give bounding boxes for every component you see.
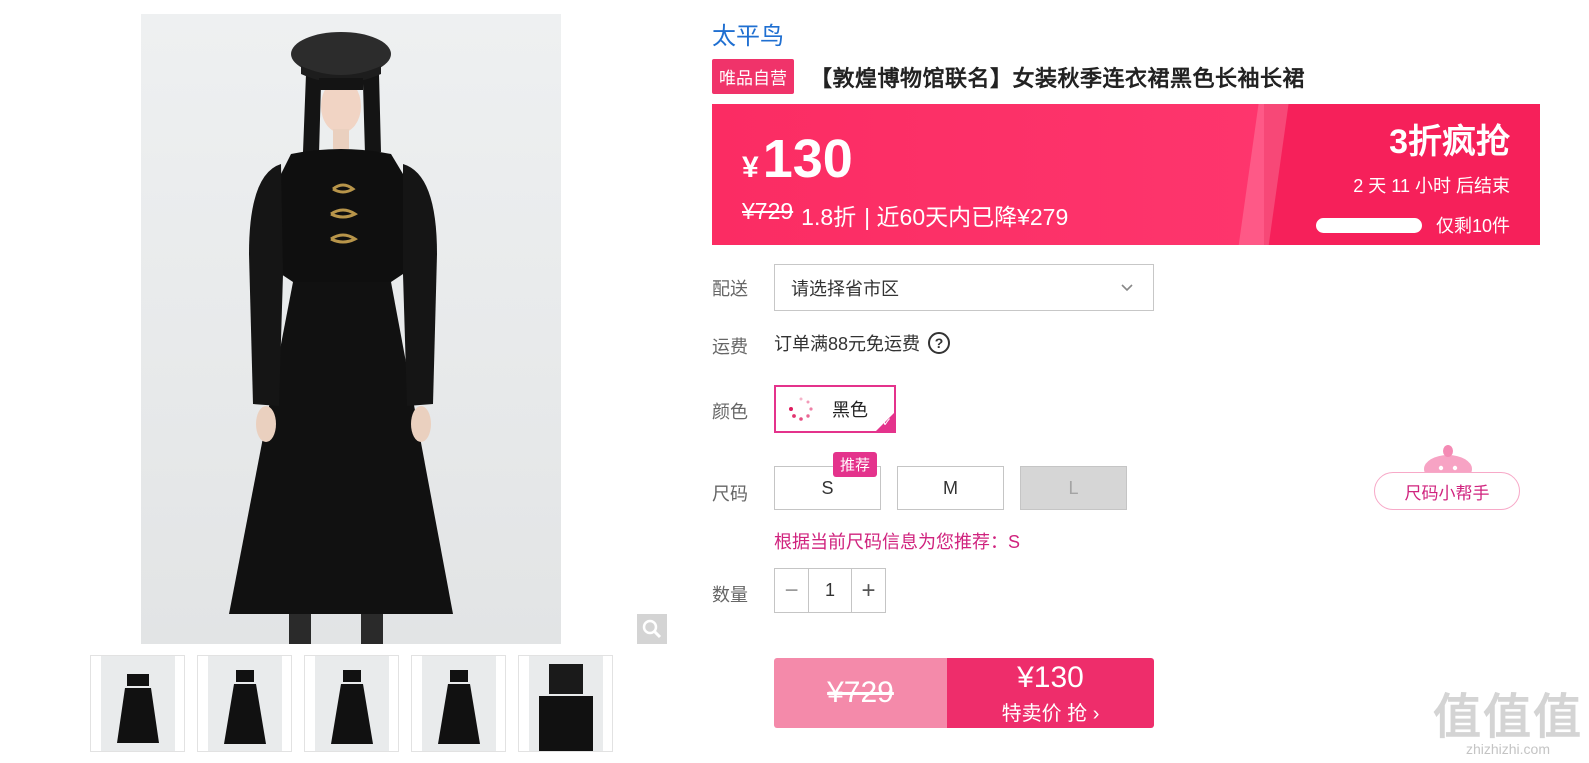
currency-symbol: ¥ [742, 151, 759, 184]
price-details: ¥729 1.8折 | 近60天内已降¥279 [742, 198, 1068, 232]
site-watermark: 值值值 zhizhizhi.com [1433, 677, 1583, 757]
buy-original-price-text: ¥729 [827, 676, 894, 709]
thumbnail-strip [90, 655, 613, 752]
shipping-label: 运费 [712, 337, 748, 357]
stock-indicator: 仅剩10件 [1315, 212, 1510, 238]
quantity-increase-button[interactable]: + [852, 569, 885, 612]
quantity-label: 数量 [712, 585, 748, 605]
size-option-m[interactable]: M [897, 466, 1004, 510]
delivery-region-select[interactable]: 请选择省市区 [774, 264, 1154, 311]
price-banner: ¥ 130 ¥729 1.8折 | 近60天内已降¥279 3折疯抢 2 天 1… [712, 104, 1540, 245]
brand-link[interactable]: 太平鸟 [712, 16, 784, 51]
current-price: ¥ 130 [742, 128, 853, 190]
title-row: 唯品自营 【敦煌博物馆联名】女装秋季连衣裙黑色长袖长裙 [712, 59, 1305, 94]
size-label: 尺码 [712, 484, 748, 504]
quantity-input[interactable]: 1 [808, 569, 852, 612]
free-shipping-text: 订单满88元免运费 [774, 334, 921, 354]
thumbnail[interactable] [90, 655, 185, 752]
recent-price-drop: | 近60天内已降¥279 [864, 204, 1069, 230]
self-operated-badge: 唯品自营 [712, 59, 794, 94]
current-price-value: 130 [762, 129, 853, 189]
watermark-logo: 值值值 [1432, 691, 1583, 744]
promo-title: 3折疯抢 [1389, 123, 1510, 161]
discount-rate: 1.8折 [801, 204, 857, 230]
buy-original-price: ¥729 [774, 658, 947, 728]
size-recommendation: 根据当前尺码信息为您推荐：S [774, 532, 1021, 552]
stock-progress-bar [1315, 217, 1422, 233]
product-title: 【敦煌博物馆联名】女装秋季连衣裙黑色长袖长裙 [810, 65, 1306, 91]
thumbnail[interactable] [411, 655, 506, 752]
zoom-button[interactable] [637, 614, 667, 644]
chevron-down-icon [1121, 284, 1133, 292]
size-helper-button[interactable]: 尺码小帮手 [1374, 472, 1520, 510]
checkmark-icon: ✓ [881, 415, 892, 429]
buy-action-label: 特卖价 抢 › [1001, 702, 1100, 725]
magnifier-icon [642, 619, 662, 639]
quantity-decrease-button[interactable]: − [775, 569, 808, 612]
delivery-placeholder: 请选择省市区 [791, 278, 899, 299]
thumbnail[interactable] [518, 655, 613, 752]
quantity-stepper: − 1 + [774, 568, 886, 613]
stock-remaining: 仅剩10件 [1435, 216, 1510, 236]
color-option-black[interactable]: 黑色 ✓ [774, 385, 896, 433]
shipping-info: 订单满88元免运费 ? [774, 330, 951, 356]
original-price: ¥729 [742, 198, 794, 224]
buy-price: ¥130 [1017, 660, 1084, 694]
main-product-image[interactable] [141, 14, 561, 644]
thumbnail[interactable] [197, 655, 292, 752]
help-icon[interactable]: ? [928, 332, 951, 354]
countdown-timer: 2 天 11 小时 后结束 [1353, 176, 1510, 196]
color-option-label: 黑色 [832, 400, 868, 420]
thumbnail[interactable] [304, 655, 399, 752]
buy-now-section[interactable]: ¥130 特卖价 抢 › [947, 658, 1154, 728]
color-label: 颜色 [712, 402, 748, 422]
buy-button[interactable]: ¥729 ¥130 特卖价 抢 › [774, 658, 1154, 728]
size-option-l: L [1020, 466, 1127, 510]
recommend-badge: 推荐 [833, 452, 878, 477]
delivery-label: 配送 [712, 279, 748, 299]
loading-icon [786, 394, 816, 424]
